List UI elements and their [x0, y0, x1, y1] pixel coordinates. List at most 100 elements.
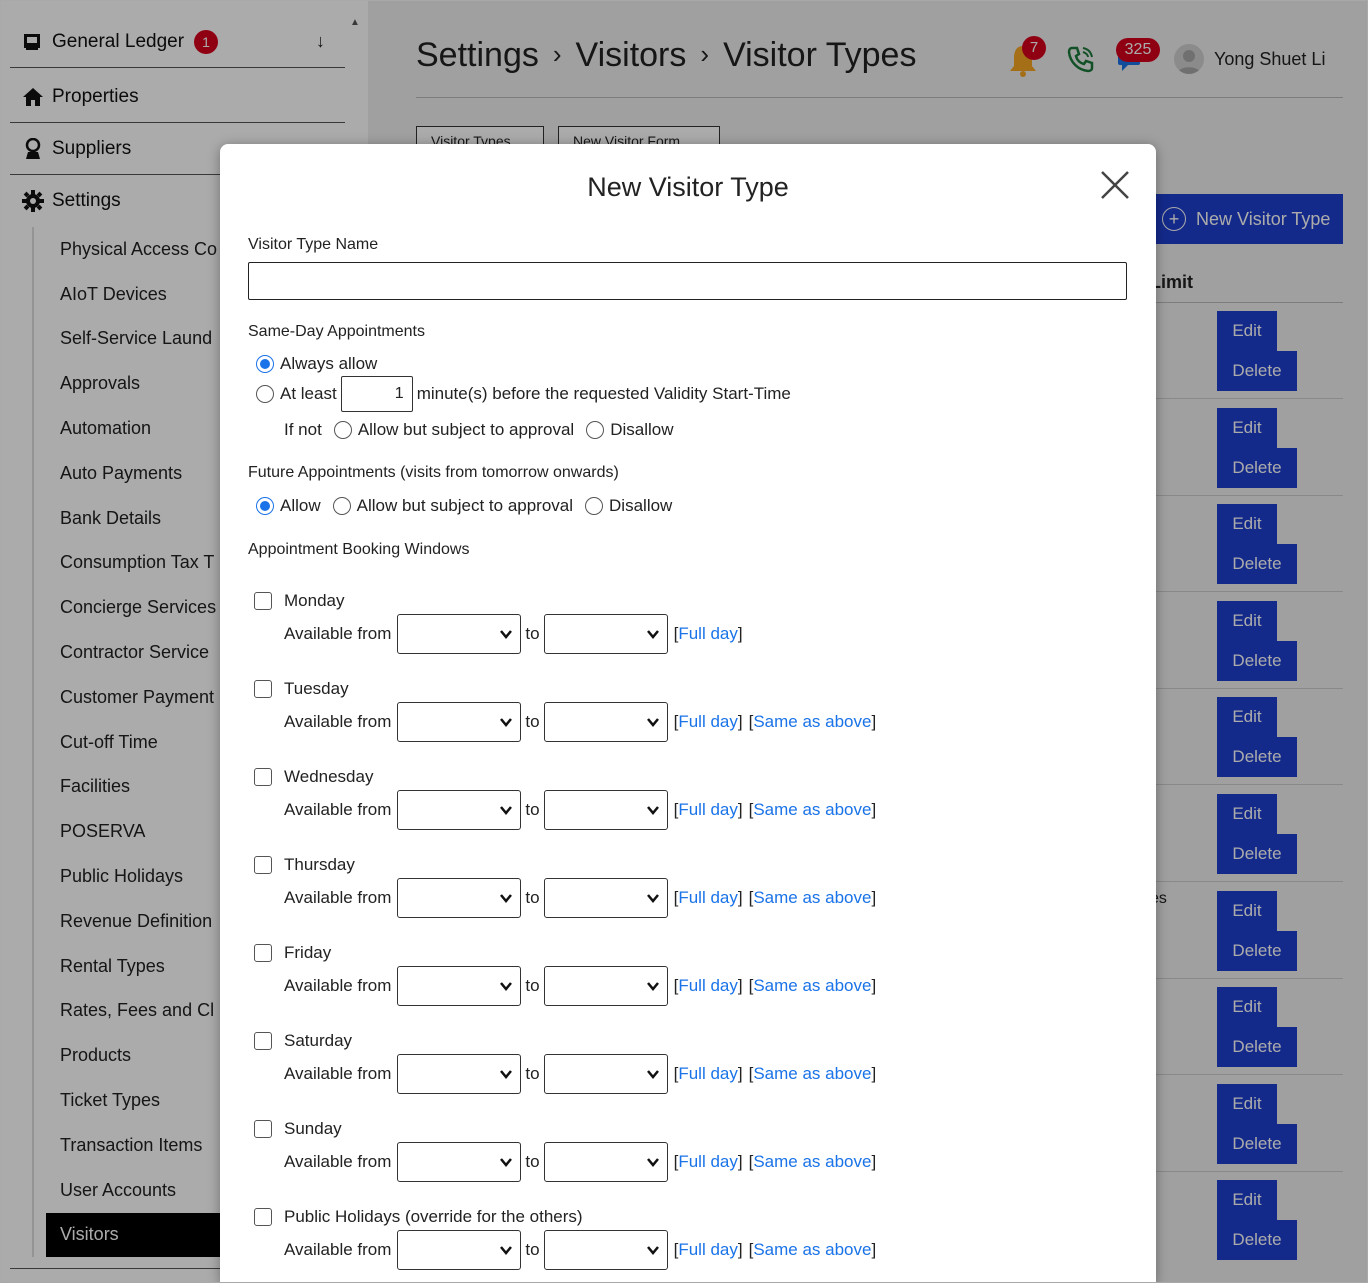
chevron-down-icon — [646, 1158, 659, 1167]
availability-row-wednesday: Available from to[Full day][Same as above… — [284, 790, 876, 830]
future-options-row: Allow Allow but subject to approval Disa… — [256, 496, 672, 516]
from-time-select[interactable] — [397, 790, 522, 830]
day-label-monday[interactable]: Monday — [284, 591, 344, 611]
day-label-wednesday[interactable]: Wednesday — [284, 767, 373, 787]
bracket-close: ] — [737, 712, 743, 731]
from-time-select[interactable] — [397, 1142, 522, 1182]
same-day-disallow-label[interactable]: Disallow — [610, 420, 673, 440]
always-allow-radio[interactable] — [256, 355, 274, 373]
future-label: Future Appointments (visits from tomorro… — [248, 464, 619, 481]
available-from-label: Available from — [284, 1152, 392, 1171]
same-day-disallow-radio[interactable] — [586, 421, 605, 439]
availability-row-saturday: Available from to[Full day][Same as above… — [284, 1054, 876, 1094]
full-day-link[interactable]: Full day — [678, 800, 738, 820]
to-time-select[interactable] — [543, 966, 668, 1006]
available-from-label: Available from — [284, 976, 392, 995]
day-label-sunday[interactable]: Sunday — [284, 1119, 342, 1139]
chevron-down-icon — [646, 630, 659, 639]
full-day-link[interactable]: Full day — [678, 1152, 738, 1172]
day-checkbox-saturday[interactable] — [254, 1032, 272, 1050]
same-as-above-link[interactable]: Same as above — [753, 1064, 871, 1084]
bracket-close: ] — [737, 1240, 743, 1259]
day-row-tuesday: Tuesday — [254, 679, 349, 699]
to-time-select[interactable] — [543, 790, 668, 830]
chevron-down-icon — [646, 982, 659, 991]
from-time-select[interactable] — [397, 1230, 522, 1270]
bracket-close: ] — [871, 1064, 877, 1083]
full-day-link[interactable]: Full day — [678, 888, 738, 908]
day-label-thursday[interactable]: Thursday — [284, 855, 355, 875]
day-checkbox-tuesday[interactable] — [254, 680, 272, 698]
minutes-suffix: minute(s) before the requested Validity … — [416, 384, 791, 403]
to-label: to — [525, 800, 540, 819]
day-row-wednesday: Wednesday — [254, 767, 373, 787]
to-time-select[interactable] — [543, 614, 668, 654]
to-time-select[interactable] — [543, 1230, 668, 1270]
full-day-link[interactable]: Full day — [678, 712, 738, 732]
availability-row-friday: Available from to[Full day][Same as above… — [284, 966, 876, 1006]
chevron-down-icon — [500, 718, 513, 727]
day-checkbox-sunday[interactable] — [254, 1120, 272, 1138]
same-as-above-link[interactable]: Same as above — [753, 1240, 871, 1260]
to-label: to — [525, 976, 540, 995]
day-checkbox-friday[interactable] — [254, 944, 272, 962]
visitor-type-name-input[interactable] — [248, 262, 1127, 300]
close-icon[interactable] — [1098, 168, 1132, 202]
future-allow-radio[interactable] — [256, 497, 274, 515]
day-row-sunday: Sunday — [254, 1119, 342, 1139]
bracket-close: ] — [737, 888, 743, 907]
chevron-down-icon — [646, 718, 659, 727]
same-as-above-link[interactable]: Same as above — [753, 1152, 871, 1172]
chevron-down-icon — [500, 630, 513, 639]
available-from-label: Available from — [284, 800, 392, 819]
to-time-select[interactable] — [543, 1142, 668, 1182]
future-allow-subject-radio[interactable] — [332, 497, 351, 515]
to-time-select[interactable] — [543, 702, 668, 742]
day-label-friday[interactable]: Friday — [284, 943, 331, 963]
day-checkbox-public[interactable] — [254, 1208, 272, 1226]
to-time-select[interactable] — [543, 1054, 668, 1094]
full-day-link[interactable]: Full day — [678, 1240, 738, 1260]
full-day-link[interactable]: Full day — [678, 624, 738, 644]
at-least-label[interactable]: At least — [280, 384, 337, 404]
same-day-allow-subject-label[interactable]: Allow but subject to approval — [358, 420, 574, 440]
from-time-select[interactable] — [397, 966, 522, 1006]
future-allow-subject-label[interactable]: Allow but subject to approval — [357, 496, 573, 516]
same-day-always-allow-row: Always allow — [256, 354, 377, 374]
same-as-above-link[interactable]: Same as above — [753, 800, 871, 820]
bracket-close: ] — [737, 1152, 743, 1171]
minutes-input[interactable]: 1 — [340, 376, 413, 412]
from-time-select[interactable] — [397, 878, 522, 918]
same-as-above-link[interactable]: Same as above — [753, 712, 871, 732]
chevron-down-icon — [500, 982, 513, 991]
day-checkbox-thursday[interactable] — [254, 856, 272, 874]
to-label: to — [525, 888, 540, 907]
day-label-public[interactable]: Public Holidays (override for the others… — [284, 1207, 583, 1227]
same-day-if-not-row: If not Allow but subject to approval Dis… — [284, 420, 674, 440]
same-day-allow-subject-radio[interactable] — [333, 421, 352, 439]
bracket-close: ] — [871, 976, 877, 995]
from-time-select[interactable] — [397, 614, 522, 654]
day-label-tuesday[interactable]: Tuesday — [284, 679, 349, 699]
future-disallow-label[interactable]: Disallow — [609, 496, 672, 516]
day-label-saturday[interactable]: Saturday — [284, 1031, 352, 1051]
full-day-link[interactable]: Full day — [678, 976, 738, 996]
always-allow-label[interactable]: Always allow — [280, 354, 377, 374]
from-time-select[interactable] — [397, 1054, 522, 1094]
future-disallow-radio[interactable] — [585, 497, 604, 515]
available-from-label: Available from — [284, 624, 392, 643]
full-day-link[interactable]: Full day — [678, 1064, 738, 1084]
day-row-saturday: Saturday — [254, 1031, 352, 1051]
day-checkbox-monday[interactable] — [254, 592, 272, 610]
future-allow-label[interactable]: Allow — [280, 496, 321, 516]
to-label: to — [525, 1064, 540, 1083]
same-as-above-link[interactable]: Same as above — [753, 976, 871, 996]
to-time-select[interactable] — [543, 878, 668, 918]
chevron-down-icon — [500, 1246, 513, 1255]
available-from-label: Available from — [284, 712, 392, 731]
day-checkbox-wednesday[interactable] — [254, 768, 272, 786]
from-time-select[interactable] — [397, 702, 522, 742]
same-as-above-link[interactable]: Same as above — [753, 888, 871, 908]
at-least-radio[interactable] — [256, 385, 274, 403]
chevron-down-icon — [646, 1246, 659, 1255]
